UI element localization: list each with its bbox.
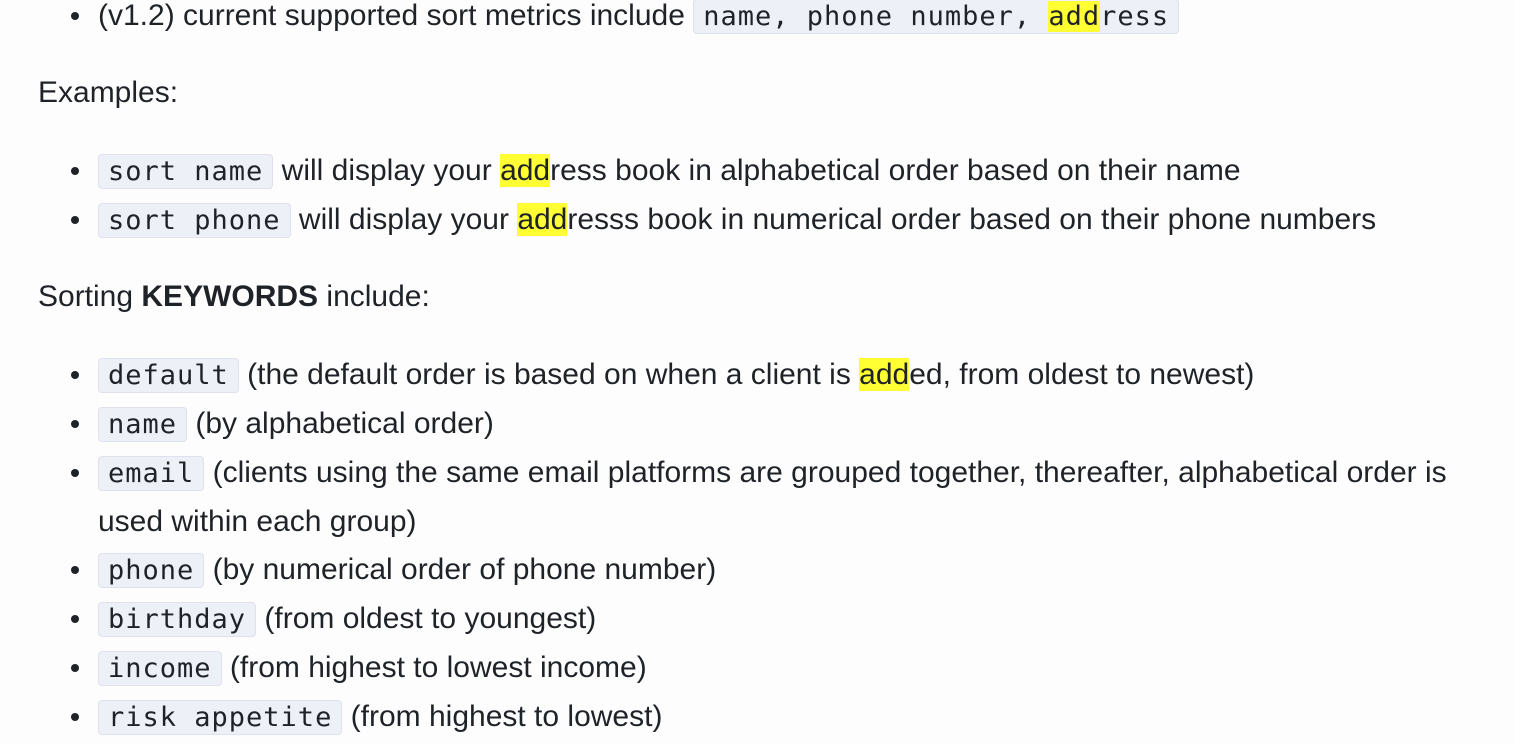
keywords-heading: Sorting KEYWORDS include:: [38, 280, 430, 313]
document-page: (v1.2) current supported sort metrics in…: [0, 0, 1514, 744]
list-item: (v1.2) current supported sort metrics in…: [0, 0, 1514, 41]
intro-text: (v1.2) current supported sort metrics in…: [98, 0, 694, 32]
list-item: risk appetite (from highest to lowest): [0, 693, 1460, 742]
examples-list: sort name will display your address book…: [0, 147, 1514, 245]
inline-code: sort phone: [98, 203, 291, 238]
list-item: birthday (from oldest to youngest): [0, 595, 1460, 644]
list-item: email (clients using the same email plat…: [0, 449, 1460, 546]
search-highlight: add: [1048, 1, 1101, 32]
inline-code: birthday: [98, 602, 257, 637]
inline-code: name: [98, 407, 188, 442]
inline-code: risk appetite: [98, 700, 343, 735]
list-item: sort name will display your address book…: [0, 147, 1514, 196]
list-item: default (the default order is based on w…: [0, 351, 1460, 400]
inline-code: sort name: [98, 154, 274, 189]
list-item: name (by alphabetical order): [0, 400, 1460, 449]
list-item: income (from highest to lowest income): [0, 644, 1460, 693]
search-highlight: add: [500, 154, 551, 187]
list-item: sort phone will display your addresss bo…: [0, 196, 1514, 245]
inline-code: default: [98, 358, 239, 393]
search-highlight: add: [517, 203, 568, 236]
inline-code: email: [98, 456, 205, 491]
list-item: phone (by numerical order of phone numbe…: [0, 546, 1460, 595]
keywords-list: default (the default order is based on w…: [0, 351, 1460, 742]
metrics-list: (v1.2) current supported sort metrics in…: [0, 0, 1514, 41]
inline-code: phone: [98, 553, 205, 588]
inline-code: income: [98, 651, 222, 686]
examples-heading: Examples:: [38, 76, 179, 109]
inline-code: name, phone number, address: [693, 0, 1180, 34]
search-highlight: add: [859, 358, 910, 391]
